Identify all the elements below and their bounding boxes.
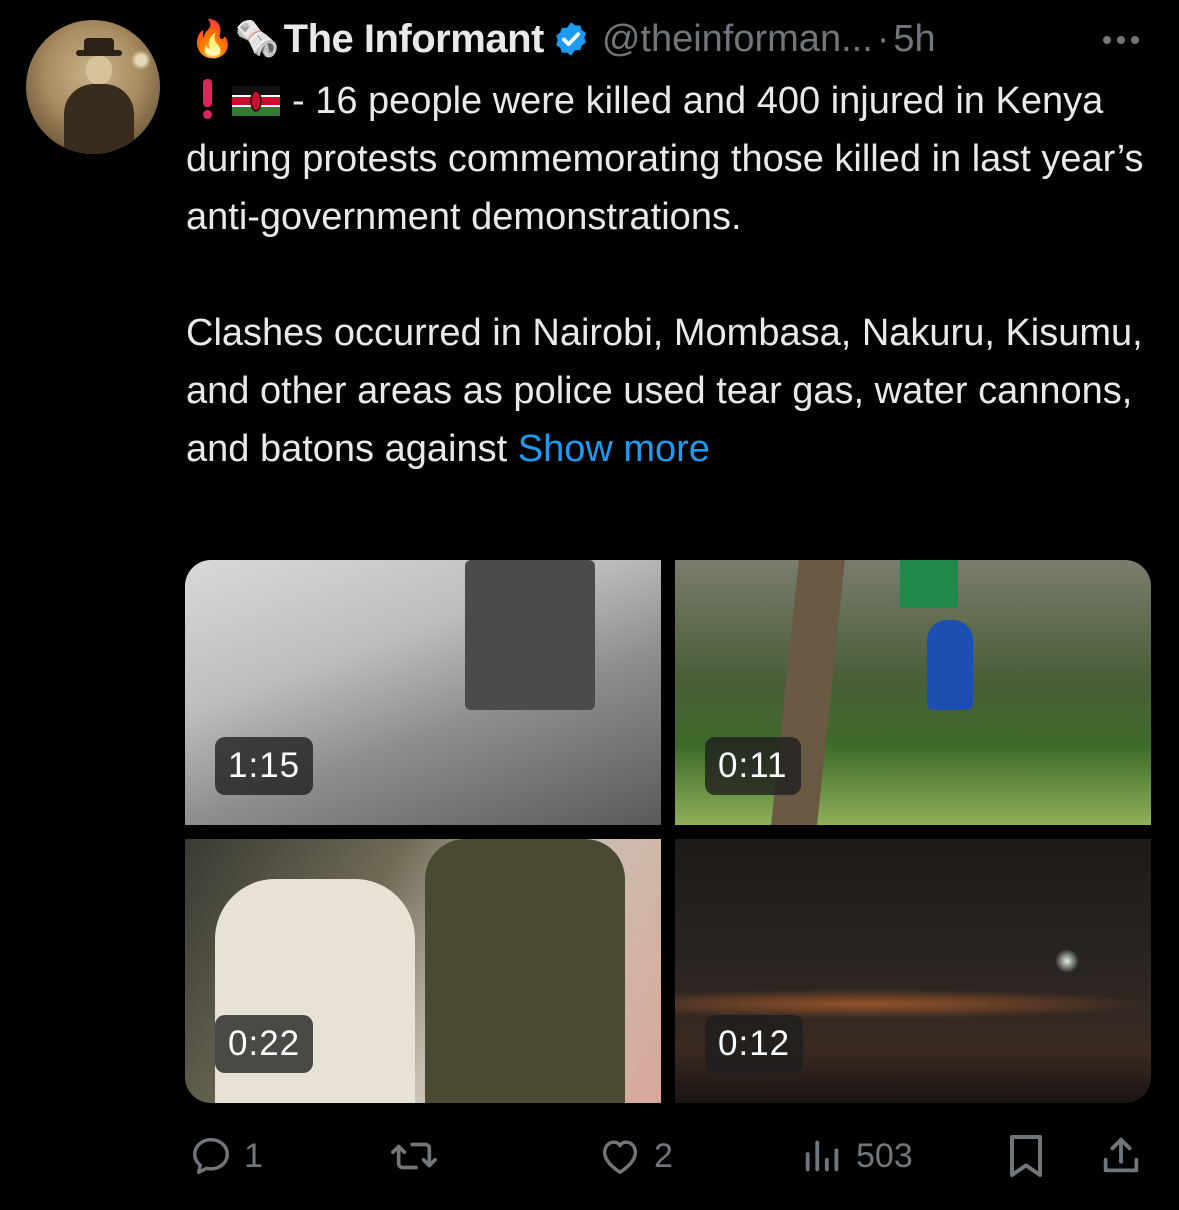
- thumbnail-scene: [1055, 949, 1079, 973]
- avatar-detail: [126, 40, 156, 80]
- tweet-text: - 16 people were killed and 400 injured …: [186, 72, 1166, 478]
- avatar-detail: [86, 56, 112, 84]
- avatar-detail: [84, 38, 114, 52]
- tweet-paragraph-1: - 16 people were killed and 400 injured …: [186, 72, 1166, 246]
- show-more-link[interactable]: Show more: [518, 428, 710, 470]
- video-thumbnail-1[interactable]: 1:15: [185, 560, 661, 825]
- video-duration-badge: 0:11: [705, 737, 801, 795]
- share-icon: [1103, 1137, 1139, 1173]
- avatar[interactable]: [26, 20, 160, 154]
- tweet-paragraph-2: Clashes occurred in Nairobi, Mombasa, Na…: [186, 304, 1166, 478]
- kenya-flag-icon: [232, 86, 280, 116]
- separator-dot: ·: [876, 17, 890, 60]
- video-duration-badge: 0:22: [215, 1015, 314, 1073]
- newspaper-emoji: 🗞️: [234, 18, 280, 59]
- thumbnail-scene: [465, 560, 595, 710]
- media-grid: 1:15 0:11 0:22 0:12: [185, 560, 1151, 1103]
- like-button[interactable]: 2: [596, 1128, 673, 1184]
- video-thumbnail-3[interactable]: 0:22: [185, 839, 661, 1103]
- action-bar: 1 2 503: [0, 1128, 1179, 1184]
- like-icon: [602, 1140, 638, 1175]
- video-duration-badge: 1:15: [215, 737, 314, 795]
- bookmark-button[interactable]: [1004, 1128, 1048, 1184]
- views-button[interactable]: 503: [800, 1128, 913, 1184]
- reply-icon: [192, 1137, 230, 1175]
- avatar-detail: [64, 84, 134, 154]
- share-button[interactable]: [1098, 1128, 1144, 1184]
- reply-button[interactable]: 1: [188, 1128, 263, 1184]
- more-options-icon[interactable]: [1098, 20, 1144, 60]
- view-count: 503: [856, 1136, 913, 1175]
- views-icon: [805, 1140, 839, 1172]
- tweet-header: 🔥 🗞️ The Informant @theinforman... · 5h: [190, 14, 936, 64]
- video-duration-badge: 0:12: [705, 1015, 804, 1073]
- thumbnail-scene: [425, 839, 625, 1103]
- reply-count: 1: [244, 1136, 263, 1175]
- tweet-time[interactable]: 5h: [893, 18, 935, 61]
- verified-badge-icon: [555, 22, 586, 56]
- author-name[interactable]: The Informant: [284, 17, 545, 62]
- bookmark-icon: [1010, 1135, 1042, 1177]
- tweet-text-line1: - 16 people were killed and 400 injured …: [292, 80, 985, 122]
- thumbnail-scene: [900, 560, 958, 608]
- like-count: 2: [654, 1136, 673, 1175]
- repost-button[interactable]: [388, 1128, 450, 1184]
- exclamation-emoji: [200, 79, 214, 119]
- video-thumbnail-4[interactable]: 0:12: [675, 839, 1151, 1103]
- thumbnail-scene: [927, 620, 973, 710]
- author-handle[interactable]: @theinforman...: [602, 18, 873, 61]
- video-thumbnail-2[interactable]: 0:11: [675, 560, 1151, 825]
- fire-emoji: 🔥: [190, 18, 235, 59]
- repost-icon: [391, 1142, 437, 1170]
